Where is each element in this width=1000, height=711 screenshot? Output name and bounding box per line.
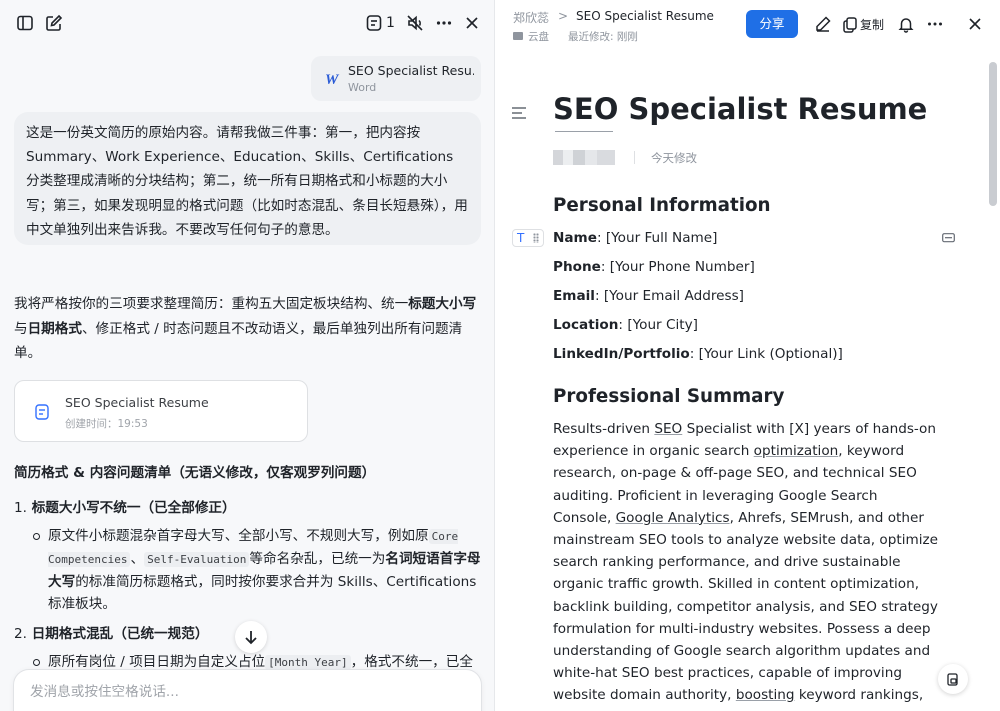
sidebar-toggle-icon[interactable] — [15, 13, 35, 33]
edited-time: 今天修改 — [651, 151, 697, 165]
copy-icon[interactable] — [841, 15, 859, 33]
document-card[interactable]: SEO Specialist Resume 创建时间：19:53 — [14, 380, 308, 442]
field-value: : [Your Link (Optional)] — [689, 346, 843, 362]
issue-title: 日期格式混乱（已统一规范） — [31, 626, 209, 642]
field-value: : [Your Full Name] — [596, 230, 718, 246]
location-label: 云盘 — [528, 31, 549, 43]
field-value: : [Your Email Address] — [594, 288, 744, 304]
attachment-card[interactable]: W SEO Specialist Resu... Word — [311, 56, 481, 101]
last-modified: 最近修改: 刚刚 — [568, 31, 638, 43]
title-underline — [555, 131, 613, 132]
chat-toolbar: 1 — [0, 0, 494, 46]
copy-button-label[interactable]: 复制 — [860, 16, 884, 33]
message-input[interactable] — [30, 684, 450, 700]
scrollbar-thumb[interactable] — [989, 62, 997, 206]
breadcrumb-title: SEO Specialist Resume — [576, 9, 714, 23]
breadcrumb-owner[interactable]: 郑欣蕊 — [513, 9, 549, 26]
summary-heading[interactable]: Professional Summary — [553, 386, 784, 407]
reply-bold-text: 日期格式 — [27, 320, 82, 337]
field-label: LinkedIn/Portfolio — [553, 346, 690, 362]
divider — [634, 151, 635, 164]
field-label: Location — [553, 317, 619, 333]
spellcheck-word: boosting — [735, 687, 795, 704]
bullet-text: 的标准简历标题格式，同时按你要求合并为 Skills、Certification… — [48, 574, 477, 612]
personal-info-heading[interactable]: Personal Information — [553, 195, 771, 216]
mute-icon[interactable] — [405, 13, 425, 33]
field-linkedin[interactable]: LinkedIn/Portfolio: [Your Link (Optional… — [553, 346, 843, 362]
field-value: : [Your City] — [618, 317, 698, 333]
word-file-icon: W — [325, 72, 340, 87]
field-email[interactable]: Email: [Your Email Address] — [553, 288, 744, 304]
field-label: Email — [553, 288, 595, 304]
attachment-name: SEO Specialist Resu... — [348, 63, 474, 78]
comment-icon[interactable] — [942, 233, 955, 244]
document-pane: 郑欣蕊 > SEO Specialist Resume 云盘 最近修改: 刚刚 … — [496, 0, 1000, 711]
doc-export-icon — [947, 673, 958, 686]
document-icon — [35, 404, 49, 420]
bell-icon[interactable] — [897, 15, 915, 33]
arrow-down-icon — [245, 631, 257, 645]
summary-paragraph[interactable]: Results-driven SEO Specialist with [X] y… — [553, 418, 938, 711]
document-card-created: 创建时间：19:53 — [65, 418, 148, 430]
outline-icon[interactable] — [511, 106, 527, 120]
block-type-handle[interactable]: T — [512, 229, 544, 247]
user-message: 这是一份英文简历的原始内容。请帮我做三件事：第一，把内容按 Summary、Wo… — [14, 112, 481, 245]
issue-bullet: 原文件小标题混杂首字母大写、全部小写、不规则大写，例如原 Core Compete… — [14, 525, 484, 615]
attachment-type: Word — [348, 81, 377, 94]
paragraph-text: , Ahrefs, SEMrush, and other mainstream … — [553, 509, 939, 704]
folder-icon — [513, 32, 523, 40]
document-title[interactable]: SEO Specialist Resume — [553, 92, 927, 126]
edit-pen-icon[interactable] — [814, 15, 832, 33]
document-card-title: SEO Specialist Resume — [65, 395, 209, 410]
reply-text: 我将严格按你的三项要求整理简历：重构五大固定板块结构、统一 — [14, 296, 409, 312]
issue-title: 标题大小写不统一（已全部修正） — [31, 500, 236, 516]
reply-text: 、修正格式 / 时态问题且不改动语义，最后单独列出所有问题清单。 — [14, 320, 463, 362]
issue-number: 1. — [14, 500, 27, 516]
message-composer[interactable] — [13, 669, 482, 711]
field-location[interactable]: Location: [Your City] — [553, 317, 698, 333]
document-context-icon[interactable] — [364, 13, 384, 33]
more-icon[interactable] — [434, 13, 454, 33]
share-button[interactable]: 分享 — [746, 10, 798, 38]
paragraph-text: Results-driven — [553, 421, 655, 437]
issue-number: 2. — [14, 626, 27, 642]
edit-icon[interactable] — [44, 13, 64, 33]
svg-text:W: W — [325, 72, 340, 87]
field-label: Name — [553, 230, 597, 246]
author-avatar — [553, 150, 615, 165]
document-body: SEO Specialist Resume 今天修改 Personal Info… — [496, 48, 990, 711]
drag-handle-icon[interactable] — [533, 233, 539, 243]
spellcheck-word: optimization — [753, 443, 839, 460]
spellcheck-word: SEO — [654, 421, 683, 437]
reply-bold-text: 标题大小写 — [408, 296, 477, 312]
close-icon[interactable] — [462, 13, 482, 33]
issue-item-heading: 1. 标题大小写不统一（已全部修正） — [14, 497, 484, 519]
breadcrumb-location[interactable]: 云盘 — [513, 29, 549, 44]
app-window: 1 W SEO Specialist Resu... Word 这是一份英文简历… — [0, 0, 1000, 711]
text-block-icon: T — [517, 231, 525, 245]
bullet-text: 等命名杂乱，已统一为 — [249, 551, 386, 567]
issues-section-title: 简历格式 & 内容问题清单（无语义修改，仅客观罗列问题） — [14, 465, 376, 481]
field-value: : [Your Phone Number] — [600, 259, 755, 275]
assistant-reply: 我将严格按你的三项要求整理简历：重构五大固定板块结构、统一标题大小写与日期格式、… — [14, 292, 484, 366]
reply-text: 与 — [14, 320, 28, 337]
field-name[interactable]: Name: [Your Full Name] — [553, 230, 717, 246]
close-icon[interactable] — [966, 15, 984, 33]
inline-code: Self-Evaluation — [144, 552, 250, 567]
spellcheck-word: Google Analytics — [615, 509, 730, 526]
inline-code: [Month Year] — [265, 655, 351, 670]
scroll-to-bottom-button[interactable] — [235, 621, 267, 653]
bullet-text: ，格式不统一，已全 — [350, 654, 473, 670]
context-count[interactable]: 1 — [386, 13, 395, 33]
bullet-text: 原所有岗位 / 项目日期为自定义占位 — [48, 654, 266, 670]
document-header: 郑欣蕊 > SEO Specialist Resume 云盘 最近修改: 刚刚 … — [496, 0, 1000, 48]
bullet-text: 、 — [130, 551, 145, 567]
field-phone[interactable]: Phone: [Your Phone Number] — [553, 259, 755, 275]
breadcrumb-separator: > — [558, 9, 569, 23]
bullet-text: 原文件小标题混杂首字母大写、全部小写、不规则大写，例如原 — [48, 528, 429, 544]
more-icon[interactable] — [926, 15, 944, 33]
field-label: Phone — [553, 259, 601, 275]
floating-action-button[interactable] — [938, 664, 968, 694]
chat-pane: 1 W SEO Specialist Resu... Word 这是一份英文简历… — [0, 0, 495, 711]
